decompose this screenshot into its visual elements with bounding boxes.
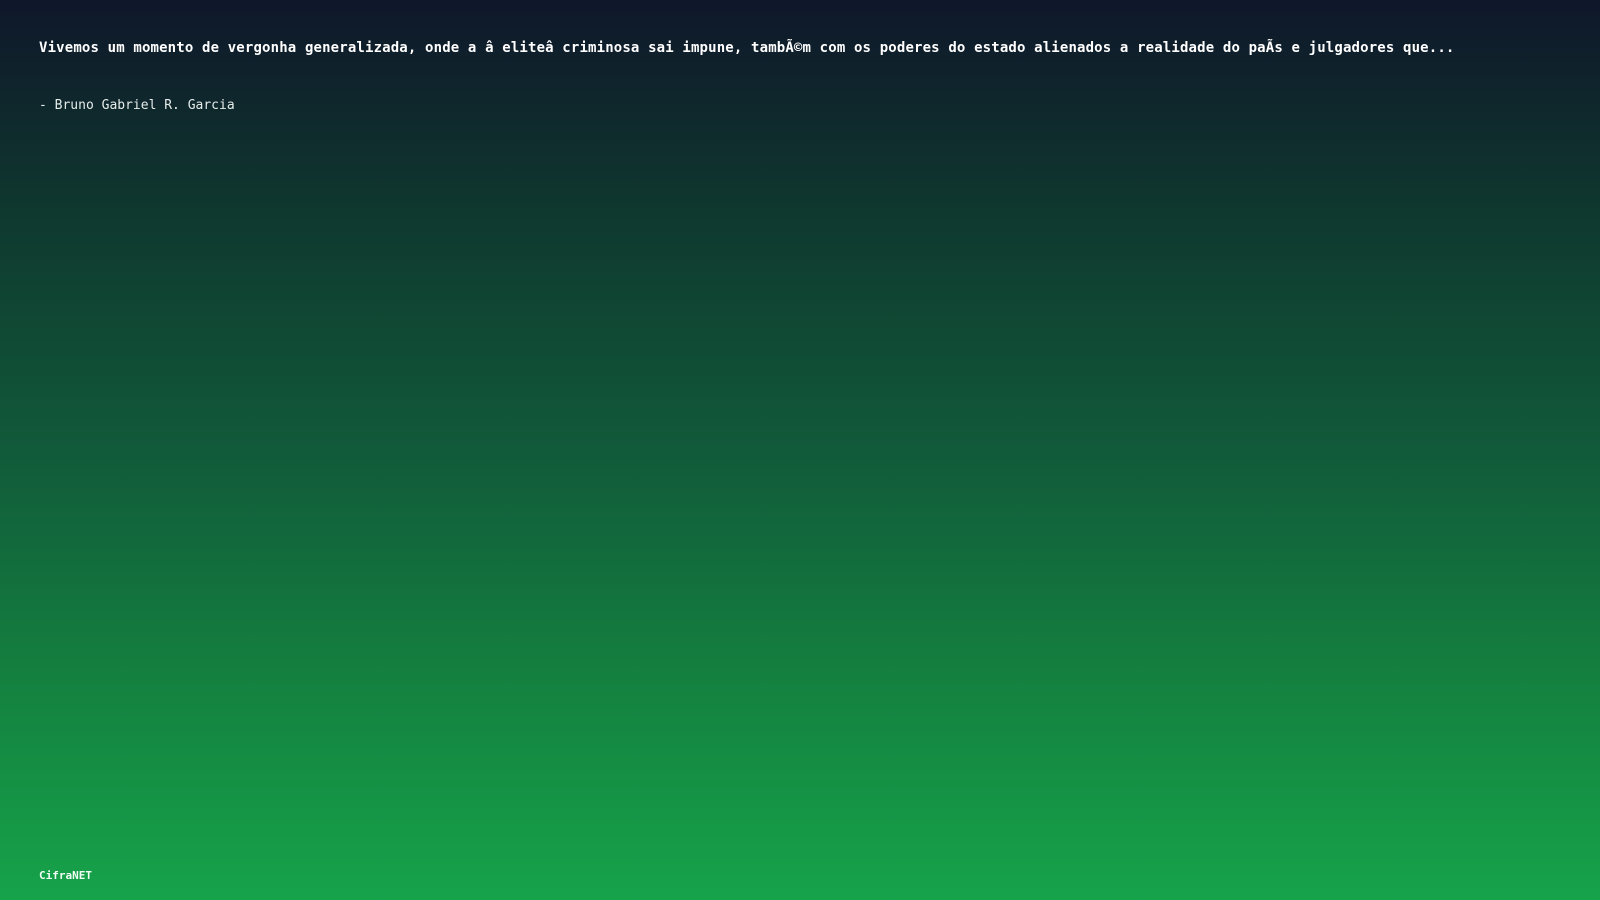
quote-text: Vivemos um momento de vergonha generaliz…	[39, 40, 1455, 56]
quote-card: { "quote": { "text": "Vivemos um momento…	[0, 0, 1600, 900]
quote-author: - Bruno Gabriel R. Garcia	[39, 98, 235, 113]
brand-name: CifraNET	[39, 869, 92, 882]
